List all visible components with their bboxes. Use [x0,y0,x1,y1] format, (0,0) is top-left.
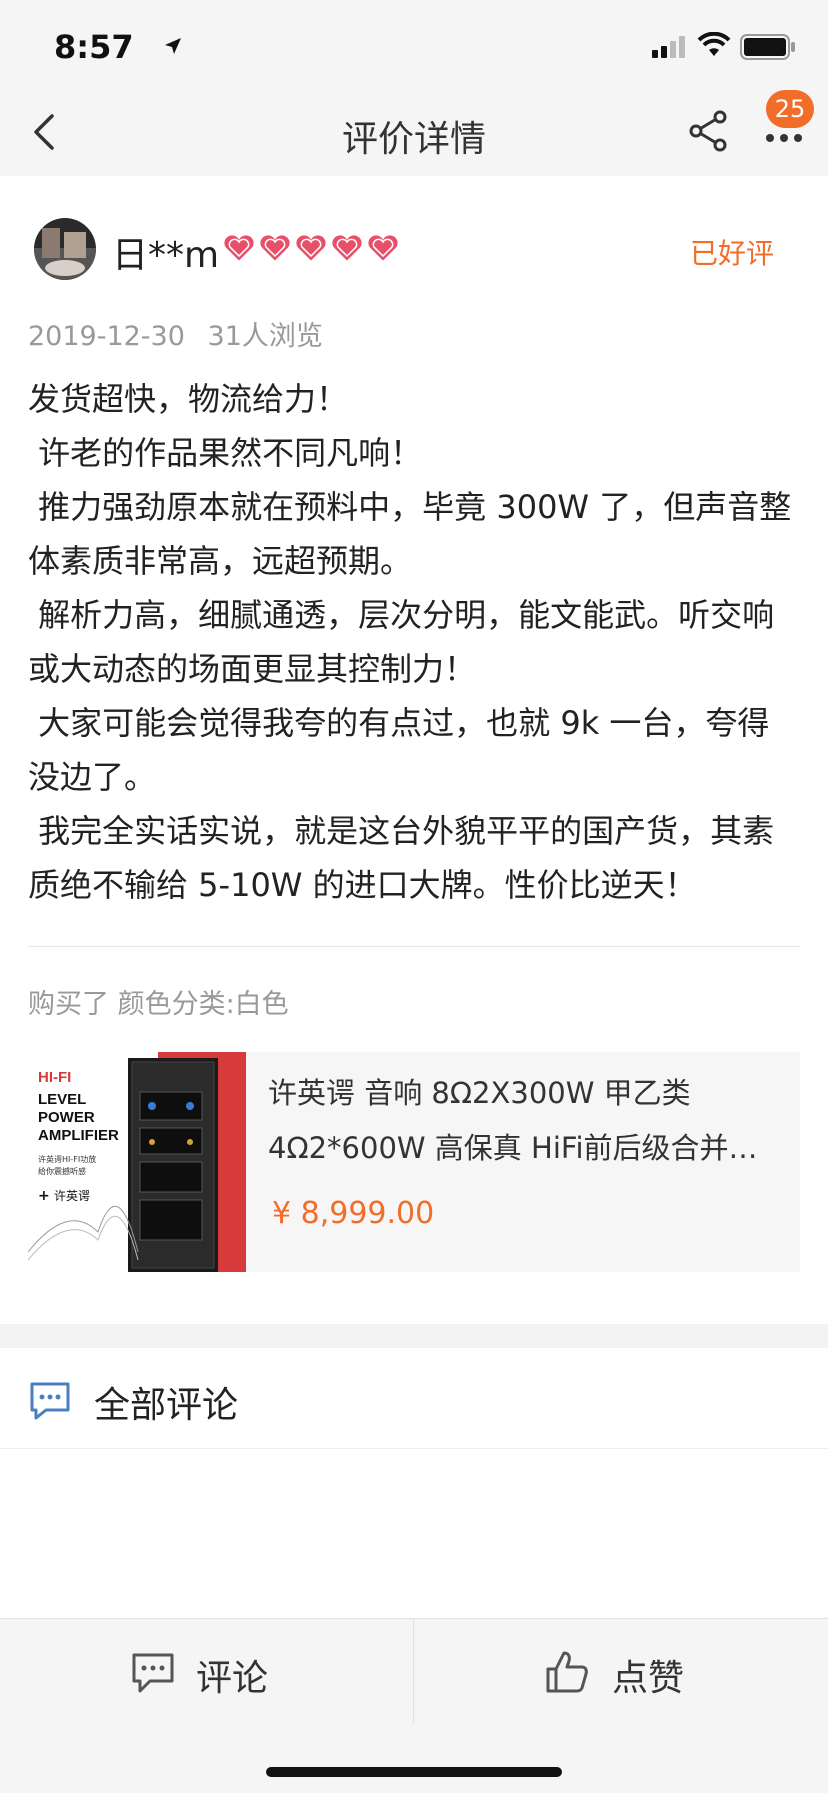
product-image-text: HI-FI [38,1069,71,1086]
bottom-bar: 评论 点赞 [0,1618,828,1793]
purchase-sku: 购买了 颜色分类:白色 [28,989,289,1020]
status-time: 8:57 [54,28,134,66]
product-title: 许英谔 音响 8Ω2X300W 甲乙类 4Ω2*600W 高保真 HiFi前后级… [268,1076,758,1165]
like-button-label: 点赞 [612,1658,685,1699]
thumbs-up-icon [546,1651,588,1693]
avatar[interactable] [34,218,96,280]
review-meta: 2019-12-30 31人浏览 [28,314,323,353]
share-icon[interactable] [686,108,732,154]
product-image-text: 许英谔 [54,1189,90,1203]
product-image-text: LEVEL [38,1091,86,1108]
product-image-text: POWER [38,1109,95,1126]
cellular-signal-icon [652,36,685,58]
product-image-text: AMPLIFIER [38,1127,119,1144]
review-card: 日**m 已好评 2019-12-30 31人浏览 发货超快，物流给力！ 许老的… [0,176,828,1324]
product-price: ¥ 8,999.00 [272,1196,435,1231]
heart-icon [222,233,256,264]
nav-bar: 评价详情 25 [0,88,828,177]
view-count: 31人浏览 [207,321,323,352]
username: 日**m [112,235,220,276]
product-image-text: 给你震撼听感 [38,1166,86,1176]
chat-bubble-icon [30,1382,70,1420]
home-indicator [266,1767,562,1777]
all-comments-title: 全部评论 [94,1385,239,1426]
heart-icon [330,233,364,264]
review-content: 发货超快，物流给力！ 许老的作品果然不同凡响！ 推力强劲原本就在预料中，毕竟 3… [28,380,792,904]
comment-button-label: 评论 [196,1658,269,1699]
wifi-icon [697,32,731,56]
heart-icon [294,233,328,264]
review-date: 2019-12-30 [28,321,185,352]
product-image: HI-FI LEVEL POWER AMPLIFIER 许英谔HI-FI功放 给… [28,1052,246,1272]
section-gap [0,1324,828,1348]
svg-text:+: + [38,1188,50,1204]
like-button[interactable]: 点赞 [414,1619,827,1723]
comment-icon [132,1653,174,1693]
product-card[interactable]: HI-FI LEVEL POWER AMPLIFIER 许英谔HI-FI功放 给… [28,1052,800,1272]
status-bar: 8:57 [0,0,828,88]
heart-icon [366,233,400,264]
all-comments-header: 全部评论 [0,1348,828,1449]
notification-badge: 25 [766,90,814,128]
divider [28,946,800,947]
battery-icon [740,34,795,60]
product-image-text: 许英谔HI-FI功放 [38,1154,96,1164]
user-level-hearts [222,232,400,266]
comment-button[interactable]: 评论 [0,1619,414,1723]
heart-icon [258,233,292,264]
rating-label: 已好评 [689,237,774,270]
location-arrow-icon [165,38,181,54]
